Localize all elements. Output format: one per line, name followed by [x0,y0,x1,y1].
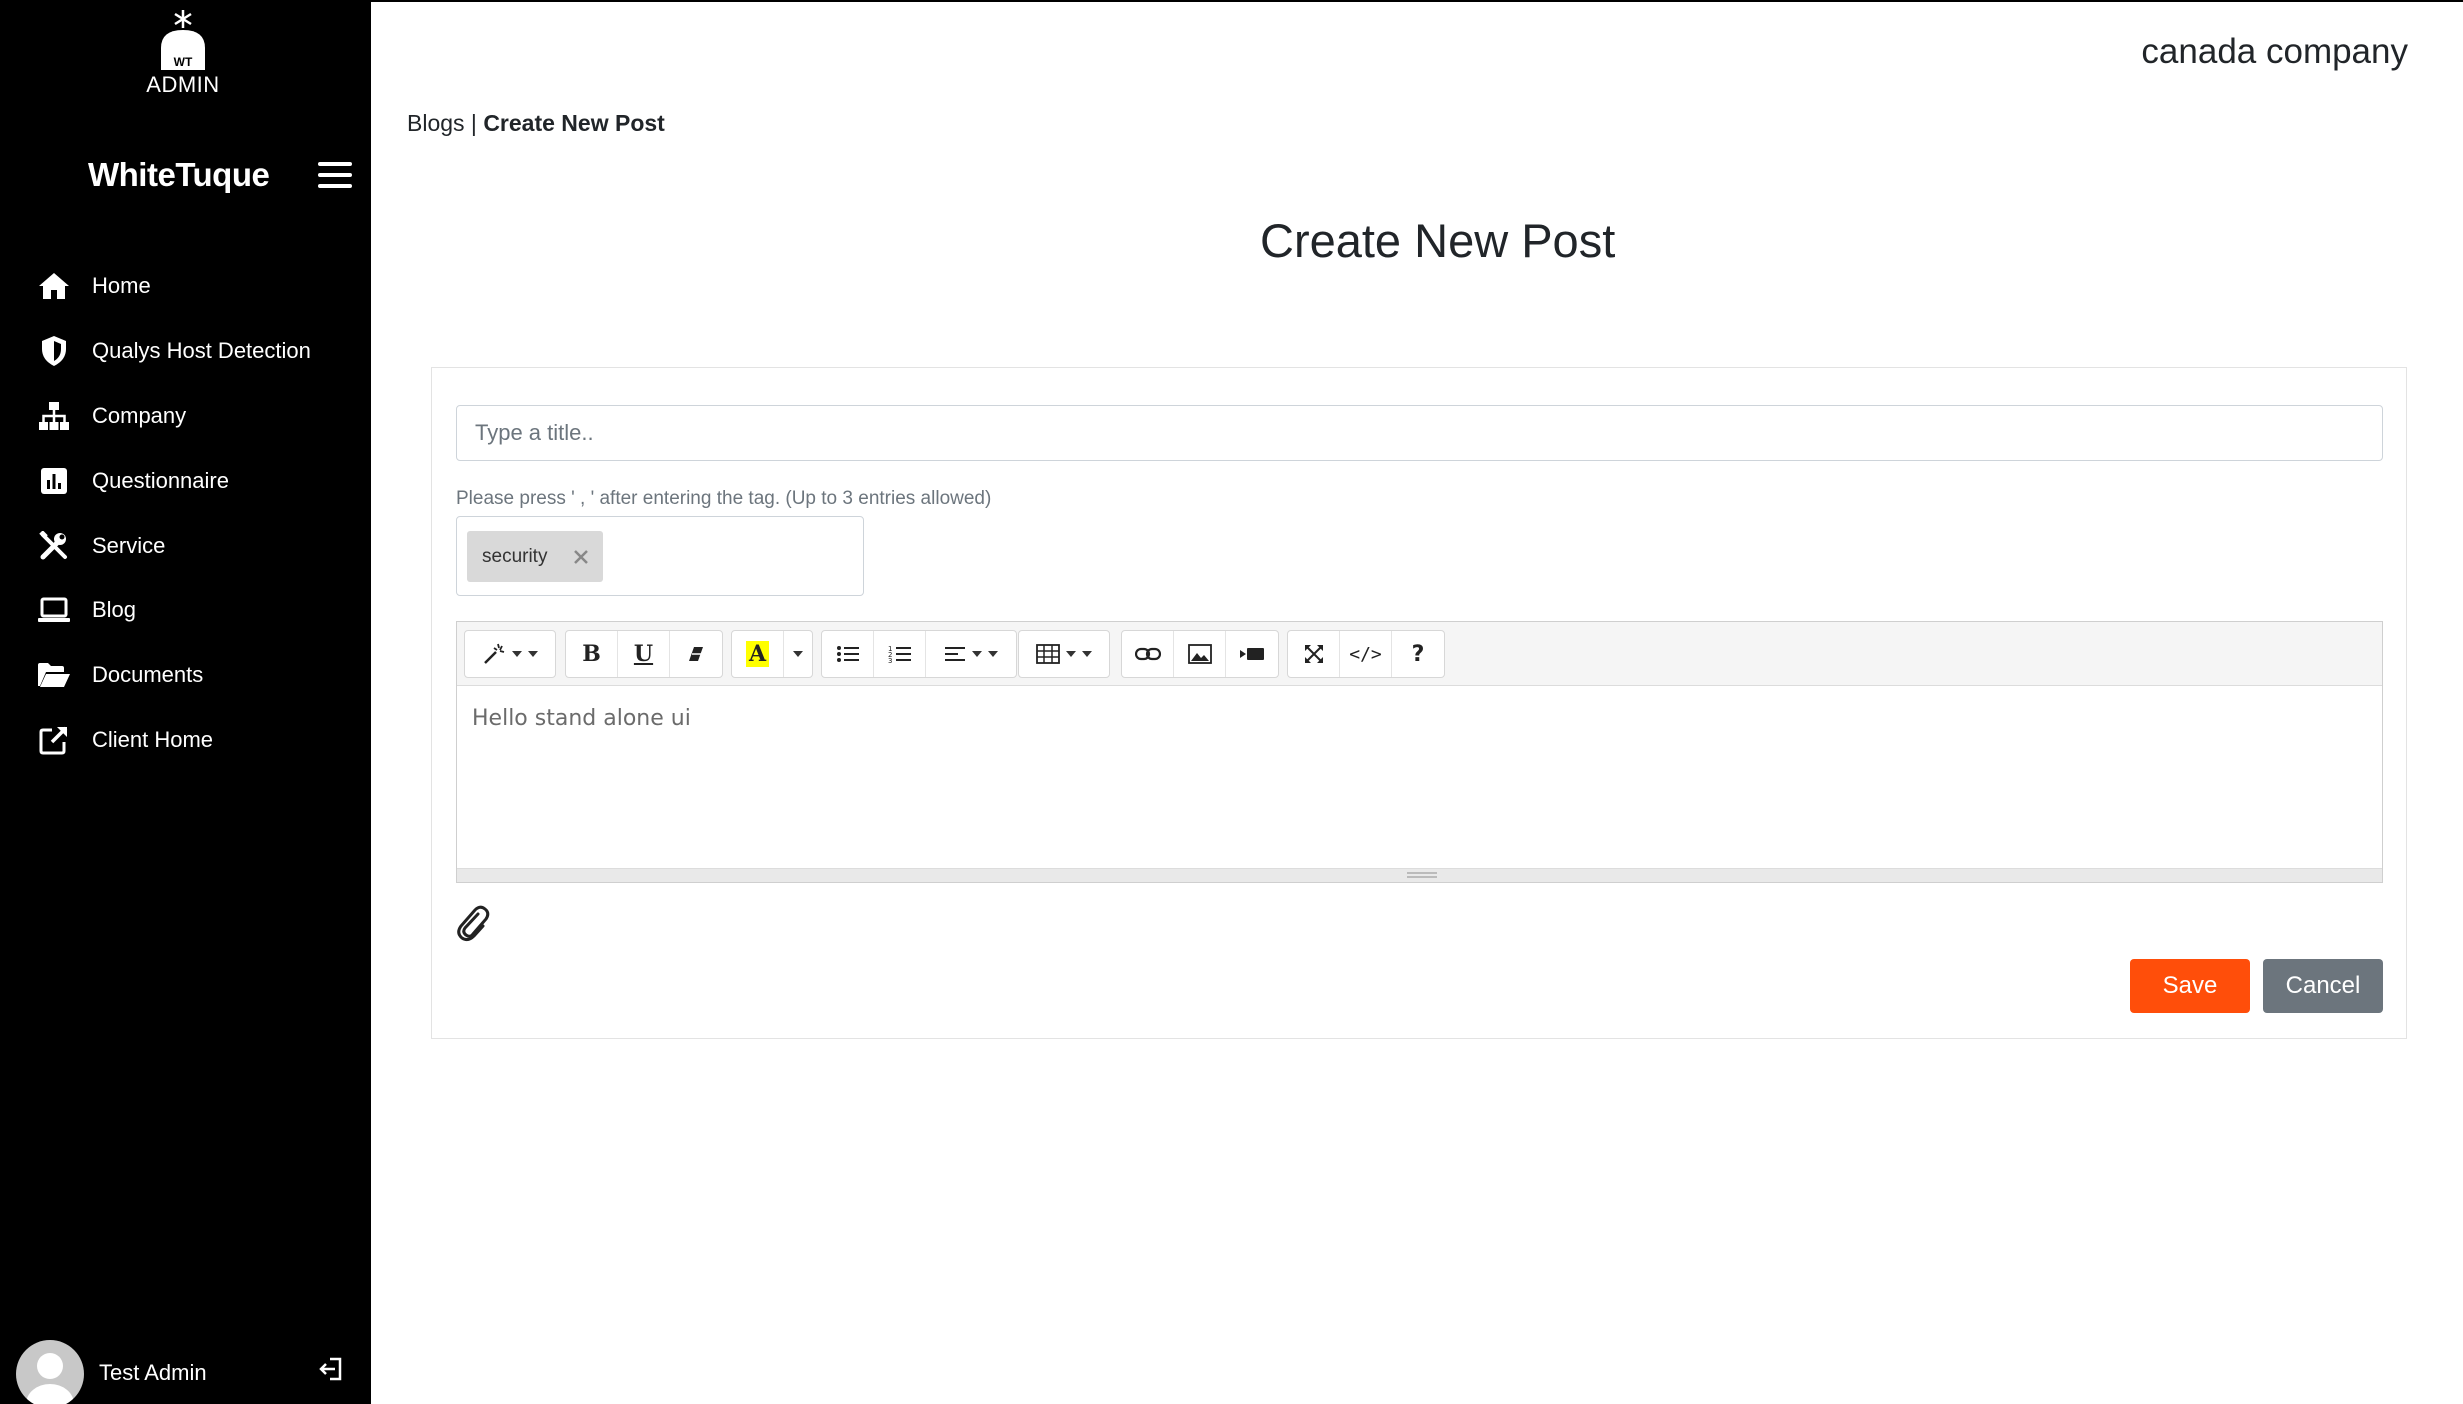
sidebar-item-qualys[interactable]: Qualys Host Detection [0,319,371,384]
sitemap-icon [36,398,72,434]
bullet-list-button[interactable] [822,631,874,677]
underline-button[interactable]: U [618,631,670,677]
table-group [1018,630,1110,678]
view-group: </> ? [1287,630,1445,678]
avatar[interactable] [16,1340,84,1404]
tools-icon [36,528,72,564]
help-button[interactable]: ? [1392,631,1444,677]
sidebar-item-home[interactable]: Home [0,254,371,319]
style-group [464,630,556,678]
insert-video-button[interactable] [1226,631,1278,677]
sidebar-item-label: Blog [92,597,137,623]
code-view-button[interactable]: </> [1340,631,1392,677]
sidebar-nav: Home Qualys Host Detection Company Quest… [0,254,371,772]
brand-row: WhiteTuque [0,150,371,204]
paperclip-icon[interactable] [456,902,492,942]
hamburger-menu-icon[interactable] [318,162,352,192]
breadcrumb-parent[interactable]: Blogs [407,110,465,136]
color-group: A [731,630,813,678]
rich-text-editor: B U A 123 </> ? Hello stand alone ui [456,621,2383,883]
cancel-button[interactable]: Cancel [2263,959,2383,1013]
expand-icon [1304,645,1323,663]
sidebar-item-label: Home [92,273,151,299]
sidebar: WT ADMIN WhiteTuque Home Qualys Host Det… [0,0,371,1404]
company-name: canada company [2141,32,2408,71]
table-dropdown[interactable] [1019,631,1109,677]
sidebar-item-client-home[interactable]: Client Home [0,708,371,773]
logo-text: ADMIN [146,72,220,97]
align-left-icon [945,647,965,661]
sidebar-item-label: Client Home [92,726,214,752]
bold-button[interactable]: B [566,631,618,677]
magic-wand-icon [484,643,505,664]
picture-icon [1187,644,1212,664]
clear-format-button[interactable] [670,631,722,677]
save-button[interactable]: Save [2130,959,2250,1013]
breadcrumb: Blogs | Create New Post [407,110,665,137]
eraser-icon [689,647,703,661]
sidebar-item-label: Questionnaire [92,467,229,493]
logo-badge: WT [174,55,193,69]
bullet-list-icon [836,646,859,662]
tag-input[interactable]: security [456,516,864,596]
video-icon [1240,648,1264,660]
highlight-color-button[interactable]: A [732,631,784,677]
style-dropdown[interactable] [465,631,555,677]
link-icon [1134,647,1161,661]
folder-open-icon [36,657,72,693]
logo-icon: WT [161,10,205,70]
editor-content[interactable]: Hello stand alone ui [457,686,2382,868]
list-group: 123 [821,630,1017,678]
sidebar-item-questionnaire[interactable]: Questionnaire [0,448,371,513]
numbered-list-icon: 123 [888,645,911,664]
fullscreen-button[interactable] [1288,631,1340,677]
brand-name: WhiteTuque [88,156,270,193]
sidebar-item-blog[interactable]: Blog [0,578,371,643]
insert-image-button[interactable] [1174,631,1226,677]
breadcrumb-current: Create New Post [483,110,665,136]
breadcrumb-separator: | [464,110,484,136]
insert-group [1121,630,1279,678]
shield-icon [36,333,72,369]
admin-logo: WT ADMIN [140,8,226,98]
sidebar-item-company[interactable]: Company [0,384,371,449]
editor-toolbar: B U A 123 </> ? [457,622,2382,686]
post-form-card: Please press ' , ' after entering the ta… [431,367,2407,1039]
sidebar-item-label: Documents [92,662,204,688]
chart-square-icon [36,463,72,499]
svg-text:3: 3 [888,657,892,664]
logout-icon[interactable] [318,1356,348,1386]
sidebar-item-service[interactable]: Service [0,513,371,578]
tag-remove-icon[interactable] [570,546,592,568]
editor-resize-handle[interactable] [457,868,2382,882]
insert-link-button[interactable] [1122,631,1174,677]
home-icon [36,268,72,304]
title-input[interactable] [456,405,2383,461]
font-group: B U [565,630,723,678]
user-profile: Test Admin [0,1336,371,1404]
tag-label: security [482,545,548,567]
table-icon [1036,644,1060,664]
page-title: Create New Post [1260,214,1616,267]
external-link-icon [36,722,72,758]
top-border [371,0,2463,2]
sidebar-item-label: Qualys Host Detection [92,338,311,364]
highlight-letter: A [745,641,770,667]
numbered-list-button[interactable]: 123 [874,631,926,677]
color-dropdown[interactable] [784,631,812,677]
sidebar-item-documents[interactable]: Documents [0,643,371,708]
tag-chip: security [467,531,603,582]
laptop-icon [36,592,72,628]
sidebar-item-label: Service [92,532,166,558]
paragraph-align-dropdown[interactable] [926,631,1016,677]
user-name: Test Admin [99,1360,207,1385]
tag-hint: Please press ' , ' after entering the ta… [456,488,992,509]
sidebar-item-label: Company [92,402,187,428]
